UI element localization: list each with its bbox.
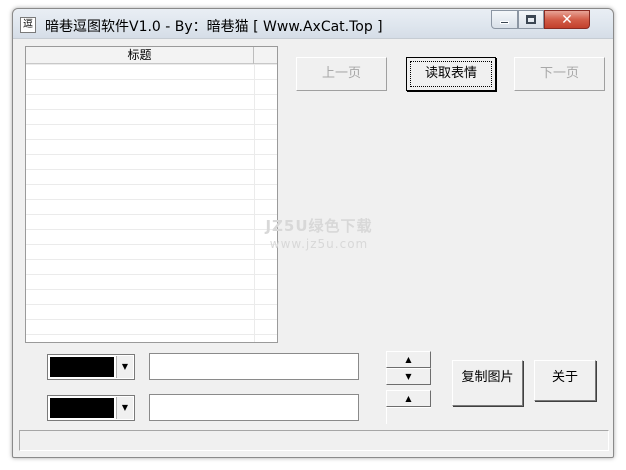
spin-down-button[interactable] [386,407,431,424]
spinner-1[interactable]: ▲ ▼ [386,351,431,385]
spinner-2[interactable]: ▲ [386,390,431,424]
watermark: JZ5U绿色下载 www.jz5u.com [249,215,389,251]
status-bar [19,430,609,451]
prev-page-button[interactable]: 上一页 [296,57,387,91]
text-field-2[interactable] [149,394,359,421]
color-picker-2[interactable]: ▼ [47,395,135,421]
triangle-up-icon: ▲ [405,355,412,364]
title-list[interactable]: 标题 [25,46,278,343]
maximize-button[interactable] [518,10,544,29]
triangle-down-icon: ▼ [405,372,412,381]
app-window: 逗 暗巷逗图软件V1.0 - By：暗巷猫 [ Www.AxCat.Top ] … [12,8,614,458]
column-header-title[interactable]: 标题 [26,47,254,64]
column-divider [254,64,255,342]
read-emoticons-button[interactable]: 读取表情 [406,57,496,91]
color-picker-1[interactable]: ▼ [47,354,135,380]
list-header: 标题 [26,47,277,64]
copy-image-button[interactable]: 复制图片 [452,360,523,406]
watermark-line-2: www.jz5u.com [269,237,369,251]
title-bar[interactable]: 逗 暗巷逗图软件V1.0 - By：暗巷猫 [ Www.AxCat.Top ] … [13,9,613,39]
column-header-empty[interactable] [254,47,277,64]
color-swatch [50,398,114,418]
list-body[interactable] [26,64,277,342]
spin-down-button[interactable]: ▼ [386,368,431,385]
color-swatch [50,357,114,377]
next-page-button[interactable]: 下一页 [514,57,605,91]
spin-up-button[interactable]: ▲ [386,351,431,368]
triangle-up-icon: ▲ [405,394,412,403]
text-field-1[interactable] [149,353,359,380]
minimize-icon [500,21,509,24]
watermark-line-1: JZ5U绿色下载 [265,217,373,235]
chevron-down-icon[interactable]: ▼ [116,397,133,419]
spin-up-button[interactable]: ▲ [386,390,431,407]
close-icon: ✕ [561,11,573,28]
window-title: 暗巷逗图软件V1.0 - By：暗巷猫 [ Www.AxCat.Top ] [45,19,383,35]
about-button[interactable]: 关于 [534,360,596,401]
app-icon: 逗 [20,17,36,33]
maximize-icon [526,15,536,24]
close-button[interactable]: ✕ [544,10,590,29]
chevron-down-icon[interactable]: ▼ [116,356,133,378]
minimize-button[interactable] [491,10,518,29]
